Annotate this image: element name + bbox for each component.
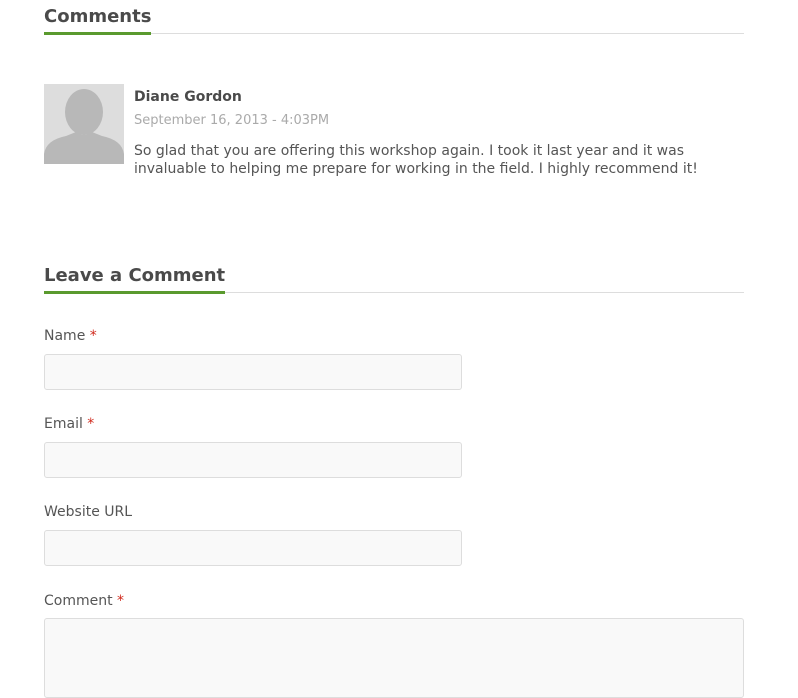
comment-textarea[interactable] (44, 618, 744, 698)
website-input[interactable] (44, 530, 462, 566)
leave-comment-heading-bar: Leave a Comment (44, 259, 744, 294)
name-input[interactable] (44, 354, 462, 390)
comment-date: September 16, 2013 - 4:03PM (134, 113, 330, 128)
comment-required-marker: * (117, 593, 125, 609)
email-label-text: Email (44, 416, 83, 432)
leave-comment-heading: Leave a Comment (44, 265, 226, 294)
email-required-marker: * (87, 416, 95, 432)
comments-heading: Comments (44, 6, 152, 35)
comment-author: Diane Gordon (134, 89, 242, 105)
name-required-marker: * (89, 328, 97, 344)
email-input[interactable] (44, 442, 462, 478)
comment-label: Comment * (44, 592, 124, 610)
comment-label-text: Comment (44, 593, 113, 609)
comment-body: Diane Gordon September 16, 2013 - 4:03PM… (134, 84, 744, 178)
email-label: Email * (44, 415, 94, 433)
page-content: Comments Diane Gordon September 16, 2013… (44, 0, 744, 698)
name-label: Name * (44, 327, 97, 345)
avatar-silhouette-icon (44, 84, 124, 164)
name-label-text: Name (44, 328, 86, 344)
comment-form: Leave a Comment Name * Email * Website U… (44, 259, 744, 698)
website-label-text: Website URL (44, 504, 133, 520)
default-avatar-icon (44, 84, 124, 164)
comments-heading-bar: Comments (44, 0, 744, 35)
website-label: Website URL (44, 503, 132, 521)
comment-text: So glad that you are offering this works… (134, 143, 698, 177)
